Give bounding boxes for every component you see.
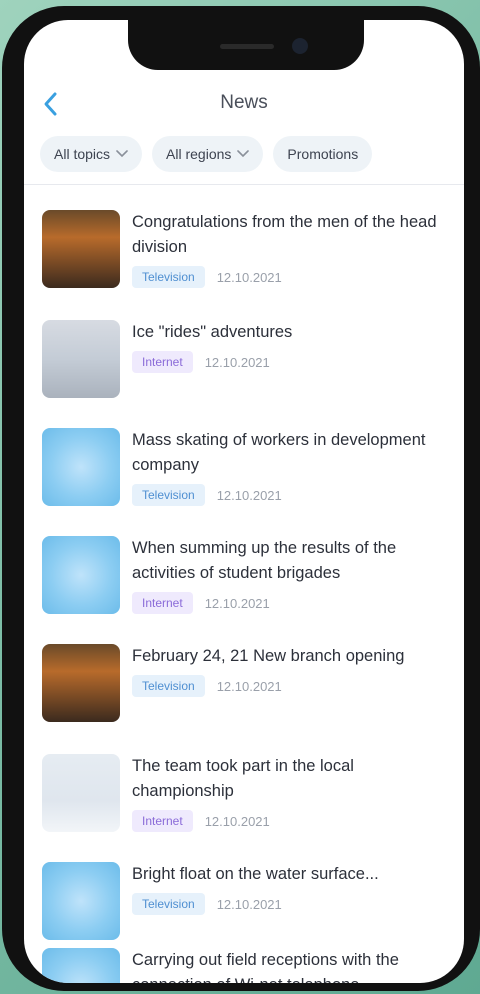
tag-badge: Internet — [132, 592, 193, 614]
tag-badge: Television — [132, 484, 205, 506]
news-title: Ice "rides" adventures — [132, 323, 293, 341]
news-item[interactable]: Congratulations from the men of the head… — [42, 210, 452, 288]
filter-label: All topics — [54, 146, 111, 162]
phone-frame: News All topics All regions Promotions C… — [2, 6, 480, 991]
news-thumbnail — [42, 948, 120, 983]
news-title: Carrying out field receptions with the c… — [132, 951, 399, 983]
news-date: 12.10.2021 — [204, 595, 270, 611]
news-item[interactable]: February 24, 21 New branch opening Telev… — [42, 644, 452, 722]
tag-badge: Internet — [132, 810, 193, 832]
news-date: 12.10.2021 — [216, 487, 282, 503]
news-item[interactable]: Bright float on the water surface... Tel… — [42, 862, 452, 940]
notch — [128, 20, 364, 70]
news-date: 12.10.2021 — [216, 269, 282, 285]
news-thumbnail — [42, 210, 120, 288]
news-thumbnail — [42, 754, 120, 832]
news-item[interactable]: Mass skating of workers in development c… — [42, 428, 452, 506]
tag-badge: Television — [132, 675, 205, 697]
news-title: February 24, 21 New branch opening — [132, 647, 405, 665]
news-thumbnail — [42, 320, 120, 398]
header: News — [24, 84, 464, 124]
divider — [24, 184, 464, 185]
chevron-down-icon — [116, 150, 128, 158]
tag-badge: Television — [132, 266, 205, 288]
filter-all-regions[interactable]: All regions — [152, 136, 264, 172]
news-item[interactable]: The team took part in the local champion… — [42, 754, 452, 832]
filter-label: All regions — [166, 146, 232, 162]
news-title: The team took part in the local champion… — [132, 757, 354, 800]
page-title: News — [220, 92, 268, 113]
filter-bar: All topics All regions Promotions — [40, 136, 373, 172]
tag-badge: Television — [132, 893, 205, 915]
filter-all-topics[interactable]: All topics — [40, 136, 143, 172]
news-thumbnail — [42, 536, 120, 614]
app-screen: News All topics All regions Promotions C… — [24, 20, 464, 983]
news-title: Bright float on the water surface... — [132, 865, 379, 883]
filter-label: Promotions — [287, 146, 359, 162]
news-date: 12.10.2021 — [204, 354, 270, 370]
tag-badge: Internet — [132, 351, 193, 373]
filter-promotions[interactable]: Promotions — [273, 136, 373, 172]
news-item[interactable]: Ice "rides" adventures Internet 12.10.20… — [42, 320, 452, 398]
news-thumbnail — [42, 644, 120, 722]
news-date: 12.10.2021 — [204, 813, 270, 829]
news-thumbnail — [42, 428, 120, 506]
news-title: Congratulations from the men of the head… — [132, 213, 437, 256]
camera — [292, 38, 308, 54]
speaker — [220, 44, 274, 49]
chevron-down-icon — [237, 150, 250, 158]
news-title: Mass skating of workers in development c… — [132, 431, 426, 474]
news-thumbnail — [42, 862, 120, 940]
news-item[interactable]: When summing up the results of the activ… — [42, 536, 452, 614]
news-date: 12.10.2021 — [216, 896, 282, 912]
news-title: When summing up the results of the activ… — [132, 539, 397, 582]
news-item[interactable]: Carrying out field receptions with the c… — [42, 948, 452, 983]
news-date: 12.10.2021 — [216, 678, 282, 694]
